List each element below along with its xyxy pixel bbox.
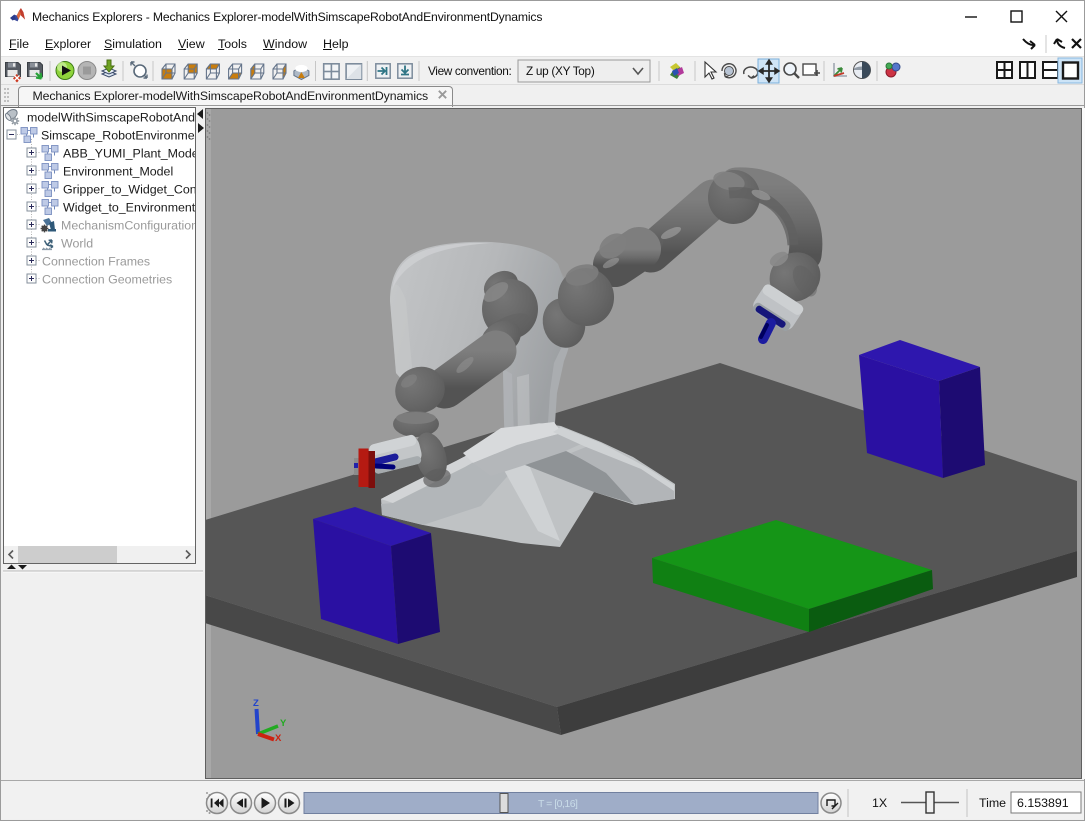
svg-text:Connection Frames: Connection Frames: [42, 255, 150, 269]
svg-text:Simscape_RobotEnvironment: Simscape_RobotEnvironment: [41, 129, 195, 143]
svg-text:Y: Y: [280, 718, 287, 729]
svg-text:ABB_YUMI_Plant_Model: ABB_YUMI_Plant_Model: [63, 147, 195, 161]
svg-text:X: X: [275, 733, 282, 744]
svg-text:1X: 1X: [872, 796, 887, 810]
svg-text:Environment_Model: Environment_Model: [63, 165, 173, 179]
svg-text:View convention:: View convention:: [428, 64, 511, 78]
svg-text:T = [0,16]: T = [0,16]: [538, 798, 578, 810]
svg-text:World: World: [61, 237, 93, 251]
svg-text:Time: Time: [979, 796, 1006, 810]
svg-text:Z: Z: [253, 698, 259, 709]
svg-text:6.153891: 6.153891: [1017, 796, 1069, 810]
svg-text:Widget_to_Environment_: Widget_to_Environment_: [63, 201, 195, 215]
svg-text:modelWithSimscapeRobotAndEn: modelWithSimscapeRobotAndEn: [27, 111, 195, 125]
svg-text:MechanismConfiguration: MechanismConfiguration: [61, 219, 195, 233]
svg-text:Z up (XY Top): Z up (XY Top): [526, 64, 595, 78]
svg-text:Gripper_to_Widget_Contac: Gripper_to_Widget_Contac: [63, 183, 195, 197]
svg-text:Connection Geometries: Connection Geometries: [42, 273, 172, 287]
